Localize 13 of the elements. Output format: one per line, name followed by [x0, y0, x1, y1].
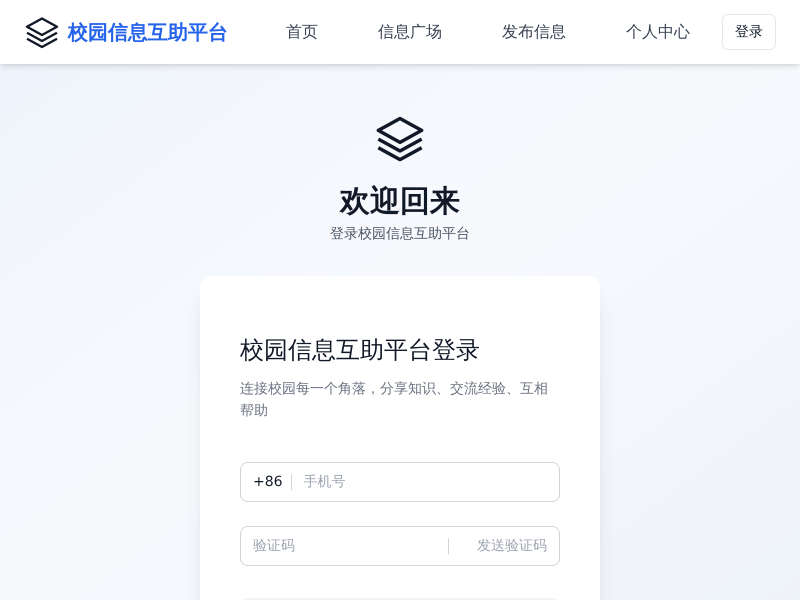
nav-link[interactable]: 个人中心: [626, 20, 690, 44]
phone-input-field[interactable]: 手机号: [304, 472, 547, 492]
welcome-subtitle: 登录校园信息互助平台: [330, 225, 470, 244]
country-code: +86: [253, 474, 292, 490]
nav-link[interactable]: 发布信息: [502, 20, 566, 44]
welcome-heading: 欢迎回来: [340, 184, 460, 220]
brand-name: 校园信息互助平台: [68, 19, 228, 46]
login-button[interactable]: 登录: [722, 14, 776, 50]
card-description: 连接校园每一个角落，分享知识、交流经验、互相帮助: [240, 380, 549, 421]
phone-field[interactable]: +86 手机号: [240, 462, 560, 502]
card-title: 校园信息互助平台登录: [240, 335, 481, 366]
nav-link[interactable]: 信息广场: [378, 20, 442, 44]
nav-link[interactable]: 首页: [286, 20, 318, 44]
